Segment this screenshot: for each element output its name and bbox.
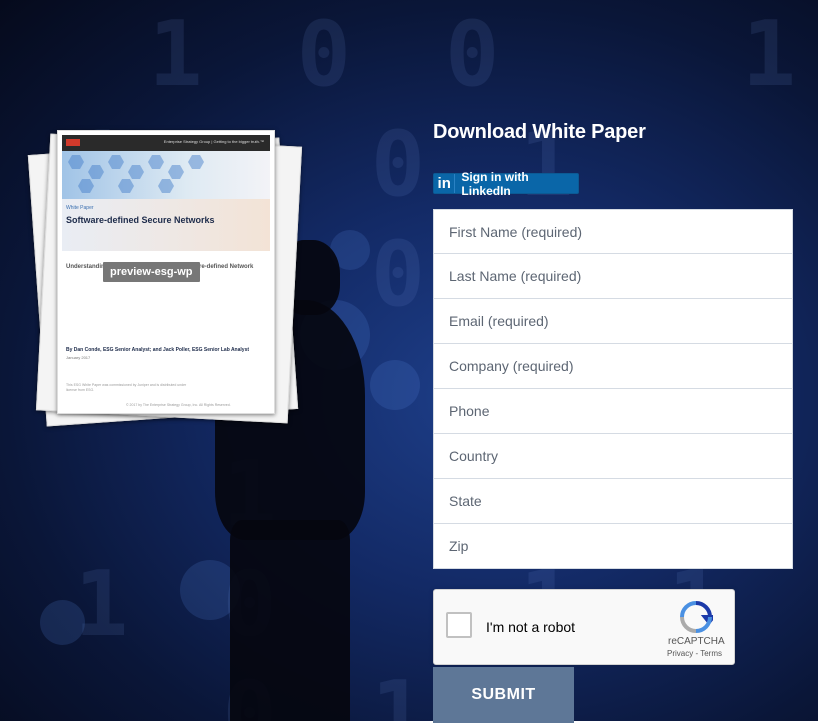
country-field[interactable] [433,434,793,479]
recaptcha-widget: I'm not a robot reCAPTCHA Privacy - Term… [433,589,735,665]
company-field[interactable] [433,344,793,389]
recaptcha-terms-link[interactable]: Terms [700,649,722,658]
recaptcha-logo-icon [680,601,713,633]
submit-button[interactable]: SUBMIT [433,667,574,723]
doc-header-tag: Enterprise Strategy Group | Getting to t… [163,139,264,144]
bokeh-light [40,600,85,645]
recaptcha-checkbox[interactable] [446,612,472,638]
doc-type-label: White Paper [66,205,94,211]
doc-date: January 2017 [66,355,91,360]
linkedin-signin-button[interactable]: in Sign in with LinkedIn [433,170,579,198]
bokeh-light [370,360,420,410]
last-name-field[interactable] [433,254,793,299]
hexagon-pattern [62,151,270,199]
form-heading: Download White Paper [433,121,646,143]
doc-header-bar: Enterprise Strategy Group | Getting to t… [62,135,270,151]
preview-tooltip: preview-esg-wp [103,262,200,282]
linkedin-icon: in [434,174,456,193]
doc-title: Software-defined Secure Networks [66,215,215,225]
doc-authors: By Dan Conde, ESG Senior Analyst; and Ja… [66,347,250,353]
recaptcha-label: I'm not a robot [486,619,576,635]
phone-field[interactable] [433,389,793,434]
email-field[interactable] [433,299,793,344]
recaptcha-links: Privacy - Terms [667,649,722,658]
state-field[interactable] [433,479,793,524]
recaptcha-brand: reCAPTCHA [668,636,725,647]
first-name-field[interactable] [433,209,793,254]
recaptcha-privacy-link[interactable]: Privacy [667,649,693,658]
linkedin-signin-label: Sign in with LinkedIn [461,169,529,198]
zip-field[interactable] [433,524,793,569]
doc-fine-print: This ESG White Paper was commissioned by… [66,383,187,392]
doc-copyright: © 2017 by The Enterprise Strategy Group,… [126,403,231,407]
esg-logo-icon [66,139,80,146]
person-silhouette-legs [230,520,350,721]
